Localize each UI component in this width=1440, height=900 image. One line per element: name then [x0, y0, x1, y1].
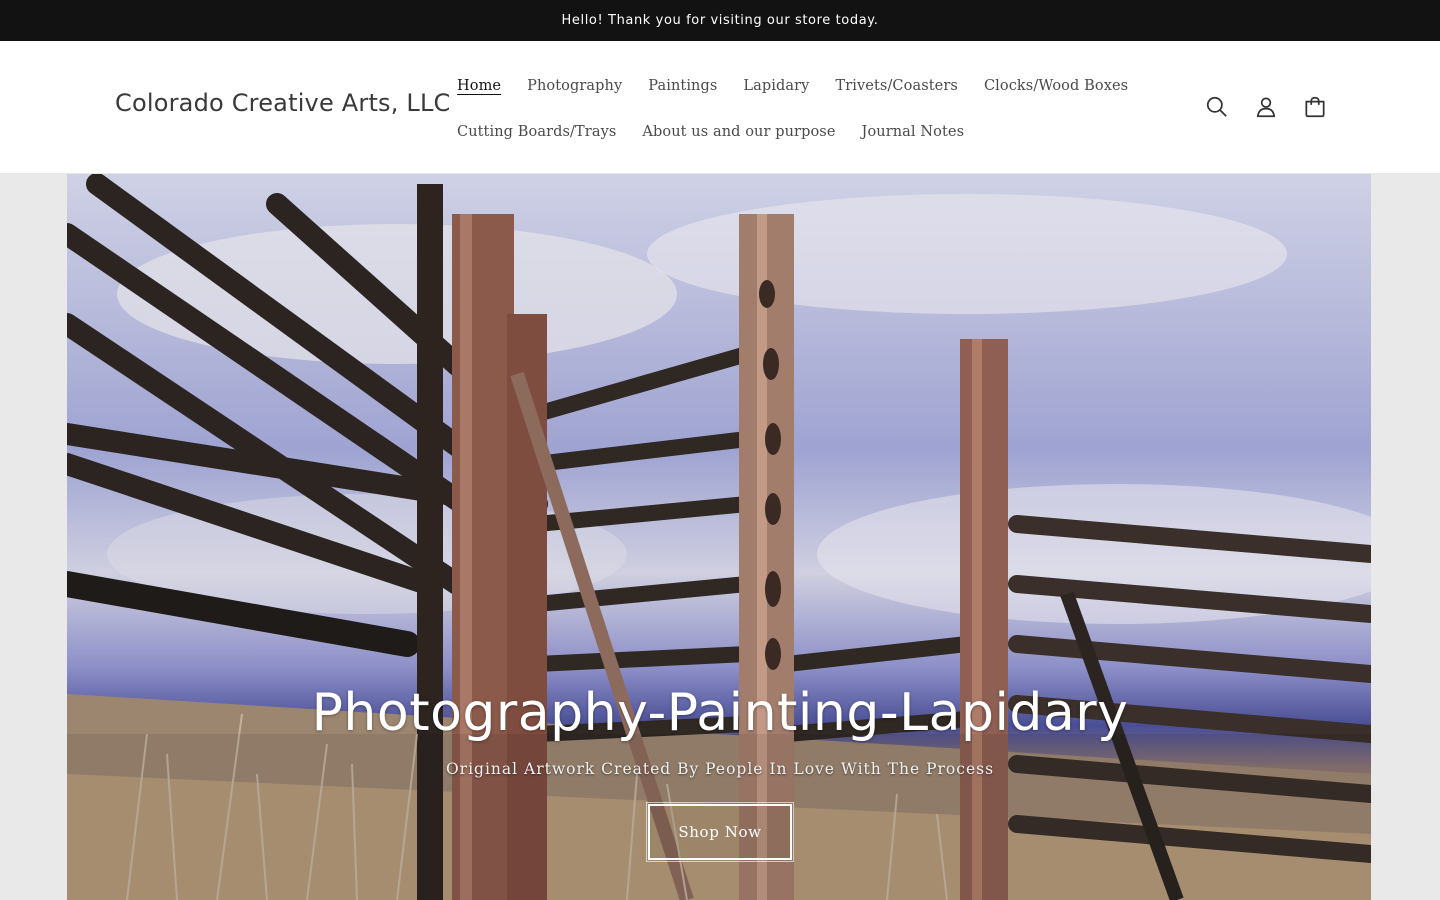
hero-content: Photography-Painting-Lapidary Original A… — [0, 680, 1440, 862]
search-icon — [1206, 96, 1227, 117]
announcement-bar: Hello! Thank you for visiting our store … — [0, 0, 1440, 41]
nav-item-trivets-coasters[interactable]: Trivets/Coasters — [822, 78, 970, 94]
cart-button[interactable] — [1293, 85, 1337, 129]
site-header: Colorado Creative Arts, LLC Home Photogr… — [0, 41, 1440, 174]
hero-subtitle: Original Artwork Created By People In Lo… — [445, 760, 995, 778]
account-button[interactable] — [1244, 85, 1288, 129]
search-button[interactable] — [1195, 85, 1239, 129]
main-nav: Home Photography Paintings Lapidary Triv… — [444, 63, 1128, 155]
nav-item-about-us[interactable]: About us and our purpose — [629, 124, 848, 140]
cart-icon — [1305, 96, 1325, 118]
account-icon — [1256, 97, 1276, 118]
hero-title: Photography-Painting-Lapidary — [311, 683, 1129, 743]
nav-item-home[interactable]: Home — [444, 78, 514, 94]
shop-now-button[interactable]: Shop Now — [646, 802, 794, 862]
nav-item-paintings[interactable]: Paintings — [635, 78, 730, 94]
nav-item-clocks-wood-boxes[interactable]: Clocks/Wood Boxes — [971, 78, 1141, 94]
nav-row-1: Home Photography Paintings Lapidary Triv… — [444, 63, 1128, 109]
nav-item-cutting-boards-trays[interactable]: Cutting Boards/Trays — [444, 124, 629, 140]
announcement-text: Hello! Thank you for visiting our store … — [561, 13, 879, 28]
nav-item-journal-notes[interactable]: Journal Notes — [849, 124, 978, 140]
nav-item-lapidary[interactable]: Lapidary — [730, 78, 822, 94]
nav-row-2: Cutting Boards/Trays About us and our pu… — [444, 109, 1084, 155]
header-icons — [1195, 85, 1342, 129]
store-logo[interactable]: Colorado Creative Arts, LLC — [115, 89, 451, 117]
nav-item-photography[interactable]: Photography — [514, 78, 635, 94]
